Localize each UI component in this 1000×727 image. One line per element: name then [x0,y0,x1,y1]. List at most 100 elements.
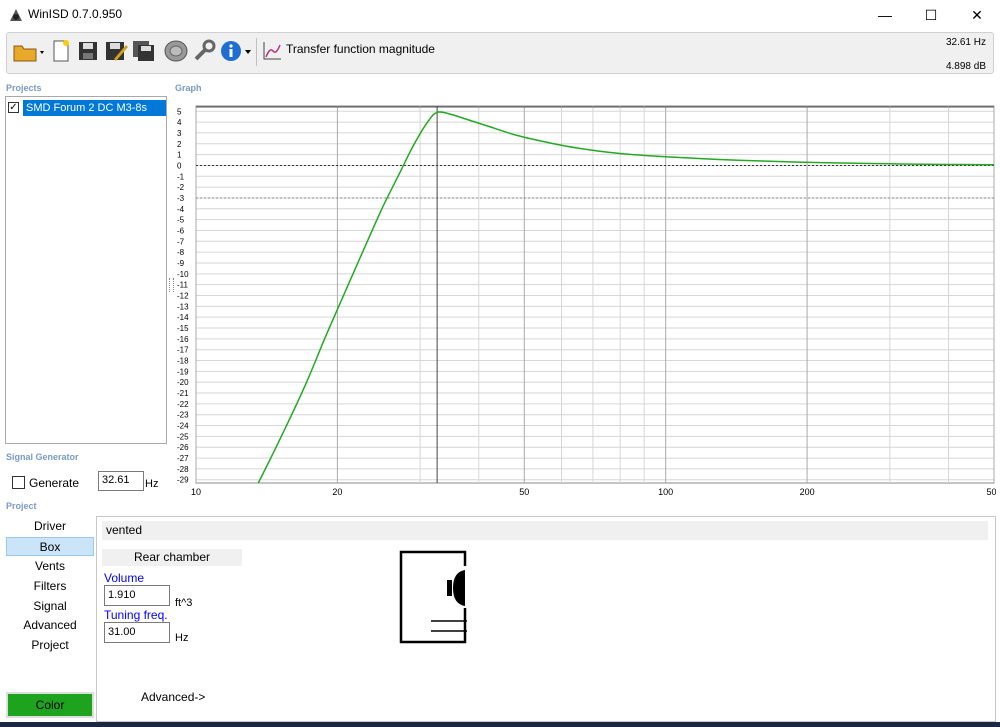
generate-checkbox[interactable] [12,476,25,489]
taskbar-edge [0,722,1000,727]
x-tick-label: 200 [800,487,815,497]
toolbar-separator [256,38,257,66]
project-label[interactable]: SMD Forum 2 DC M3-8s [23,100,166,116]
open-button[interactable] [12,36,46,66]
wrench-icon [194,39,216,61]
volume-input[interactable]: 1.910 [104,585,170,606]
generator-frequency-unit: Hz [145,478,159,490]
x-tick-label: 20 [332,487,342,497]
x-tick-label: 500 [986,487,996,497]
close-button[interactable]: ✕ [954,0,1000,30]
driver-button[interactable] [162,36,190,66]
window-title: WinISD 0.7.0.950 [28,7,123,21]
transfer-function-graph[interactable]: 5 4 3 2 10 -1 -2 -3 -4 -5-6 -7 -8 -9 -10 -11 -12-13 -14 -… [170,96,996,500]
save-button[interactable] [76,36,100,66]
y-tick-label: -3 [177,194,185,203]
tab-vents[interactable]: Vents [6,557,94,576]
y-tick-label: -23 [177,411,189,420]
y-tick-label: 1 [177,151,182,160]
y-tick-label: -14 [177,313,189,322]
x-tick-label: 50 [519,487,529,497]
tools-button[interactable] [191,36,217,66]
graph-header: Graph [175,83,202,93]
y-tick-label: 2 [177,140,182,149]
y-tick-label: -10 [177,270,189,279]
box-type-label: vented [102,521,988,540]
info-button[interactable] [218,36,254,66]
graph-type-label[interactable]: Transfer function magnitude [286,42,435,56]
projects-header: Projects [6,83,42,93]
tab-advanced[interactable]: Advanced [6,616,94,635]
y-tick-label: -5 [177,216,185,225]
y-tick-label: 4 [177,118,182,127]
y-tick-label: -26 [177,443,189,452]
project-checkbox[interactable]: ✓ [8,102,19,113]
tuning-unit: Hz [175,632,189,644]
open-folder-icon [13,45,44,62]
tab-signal[interactable]: Signal [6,597,94,616]
y-tick-label: -1 [177,172,185,181]
projects-list[interactable] [5,96,167,444]
tab-box[interactable]: Box [6,537,94,556]
box-diagram [399,550,467,644]
tab-filters[interactable]: Filters [6,577,94,596]
x-tick-label: 100 [658,487,673,497]
save-edit-icon [106,42,128,61]
graph-icon [263,42,281,60]
y-tick-label: -17 [177,346,189,355]
y-tick-label: -13 [177,302,189,311]
tab-driver[interactable]: Driver [6,517,94,536]
save-as-button[interactable] [103,36,129,66]
y-tick-label: 3 [177,129,182,138]
advanced-link[interactable]: Advanced-> [141,690,205,704]
minimize-icon: — [878,7,892,23]
y-tick-label: -27 [177,454,189,463]
new-button[interactable] [50,36,72,66]
rear-chamber-header: Rear chamber [102,549,242,566]
app-icon [10,9,22,21]
color-button[interactable]: Color [6,692,94,718]
info-icon [221,41,251,61]
list-item[interactable]: ✓ SMD Forum 2 DC M3-8s [8,100,166,116]
y-tick-label: -22 [177,400,189,409]
maximize-icon: ☐ [924,6,938,23]
maximize-button[interactable]: ☐ [908,0,954,30]
y-tick-label: 0 [177,161,182,170]
save-all-icon [133,41,154,61]
y-tick-label: -9 [177,259,185,268]
box-panel [96,516,996,722]
tab-project[interactable]: Project [6,636,94,655]
generator-frequency-input[interactable]: 32.61 [98,471,144,491]
generate-label[interactable]: Generate [29,476,79,490]
frequency-readout: 32.61 Hz [945,37,986,48]
y-tick-label: -6 [177,226,185,235]
graph-type-button[interactable] [260,36,284,66]
driver-icon [164,40,188,62]
save-all-button[interactable] [131,36,157,66]
minimize-button[interactable]: — [862,0,908,30]
y-tick-label: -8 [177,248,185,257]
project-header: Project [6,501,37,511]
y-tick-label: -15 [177,324,189,333]
y-tick-label: -20 [177,378,189,387]
y-tick-label: -12 [177,292,189,301]
close-icon: ✕ [971,6,983,23]
y-tick-label: -4 [177,205,185,214]
y-tick-label: -19 [177,367,189,376]
y-tick-label: -21 [177,389,189,398]
y-tick-label: -2 [177,183,185,192]
plot-area [195,105,995,484]
volume-unit: ft^3 [175,597,193,609]
db-readout: 4.898 dB [945,61,986,72]
title-bar: WinISD 0.7.0.950 — ☐ ✕ [0,0,1000,30]
tuning-input[interactable]: 31.00 [104,622,170,643]
y-tick-label: -25 [177,432,189,441]
x-tick-label: 10 [191,487,201,497]
y-tick-label: -18 [177,357,189,366]
save-icon [79,42,97,60]
y-tick-label: -16 [177,335,189,344]
y-tick-label: -11 [177,281,189,290]
y-tick-label: -24 [177,422,189,431]
y-tick-label: 5 [177,107,182,116]
signal-generator-header: Signal Generator [6,452,79,462]
